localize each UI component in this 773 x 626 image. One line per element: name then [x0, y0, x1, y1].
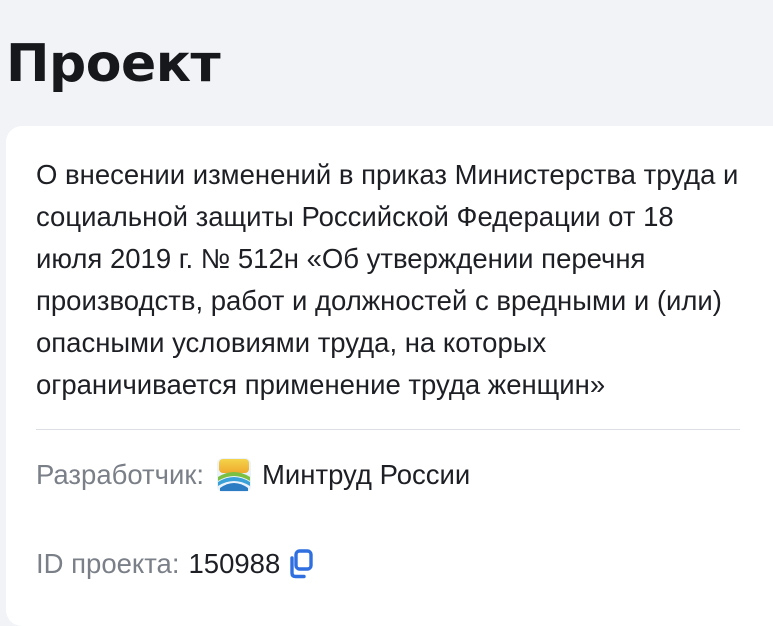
page-title: Проект	[6, 34, 221, 94]
developer-label: Разработчик:	[36, 459, 205, 490]
developer-row: Разработчик: Минтруд России	[36, 457, 470, 493]
project-id-row: ID проекта: 150988	[36, 546, 318, 582]
mintrud-emblem-icon	[216, 457, 252, 493]
project-description: О внесении изменений в приказ Министерст…	[36, 159, 739, 400]
project-id-label: ID проекта:	[36, 548, 180, 579]
copy-icon[interactable]	[284, 546, 318, 582]
developer-name: Минтруд России	[262, 459, 471, 490]
divider	[36, 429, 740, 430]
project-id-value: 150988	[188, 548, 281, 579]
project-card: О внесении изменений в приказ Министерст…	[6, 126, 773, 626]
